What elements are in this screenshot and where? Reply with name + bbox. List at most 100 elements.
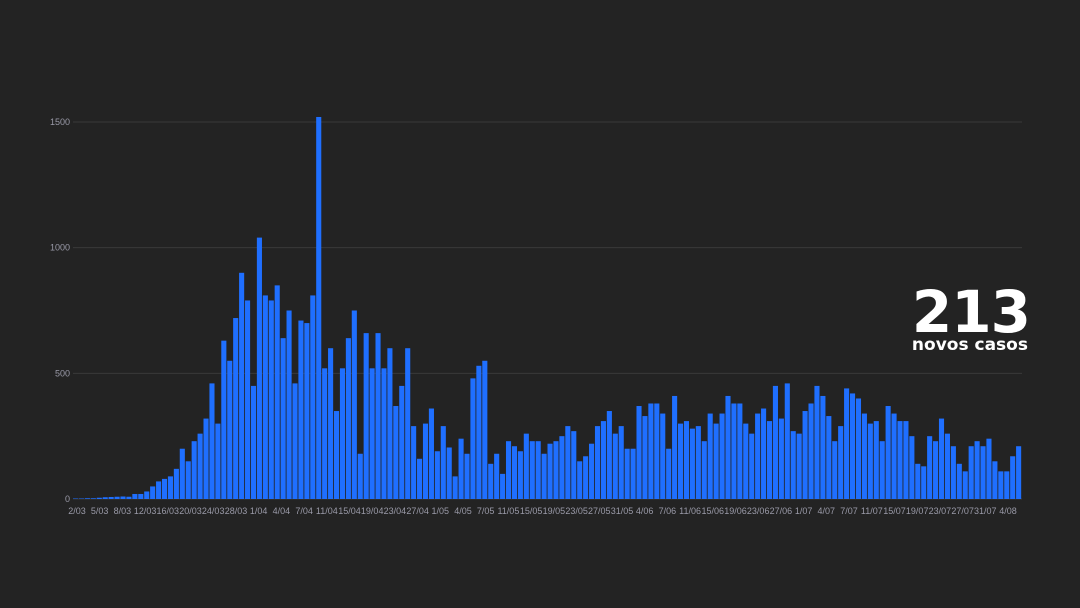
bar <box>642 416 648 499</box>
bar <box>1004 471 1010 499</box>
bar <box>262 295 268 499</box>
bar <box>535 441 541 499</box>
bar <box>90 498 96 499</box>
bar <box>600 421 606 499</box>
bar <box>737 403 743 499</box>
bar <box>731 403 737 499</box>
x-tick-label: 20/03 <box>179 506 202 516</box>
bar <box>500 473 506 499</box>
bar <box>488 463 494 499</box>
x-tick-label: 7/06 <box>659 506 677 516</box>
bar <box>844 388 850 499</box>
x-tick-label: 11/06 <box>679 506 701 516</box>
bar <box>268 300 274 499</box>
bar <box>102 497 108 499</box>
bar <box>221 340 227 499</box>
x-tick-label: 23/07 <box>929 506 952 516</box>
latest-cases-callout: 213 novos casos <box>911 278 1031 355</box>
bar <box>203 418 209 499</box>
bar <box>440 426 446 499</box>
bar <box>778 418 784 499</box>
bar <box>565 426 571 499</box>
x-tick-label: 19/04 <box>361 506 384 516</box>
bar <box>541 453 547 499</box>
x-tick-label: 15/07 <box>883 506 906 516</box>
bar <box>589 443 595 499</box>
bar <box>553 441 559 499</box>
x-tick-label: 8/03 <box>114 506 132 516</box>
bar <box>1010 456 1016 499</box>
bar <box>191 441 197 499</box>
bar <box>820 395 826 499</box>
bar <box>867 423 873 499</box>
x-tick-label: 16/03 <box>157 506 180 516</box>
bar <box>808 403 814 499</box>
bar <box>950 446 956 499</box>
bar <box>933 441 939 499</box>
bar <box>672 395 678 499</box>
bar <box>405 348 411 499</box>
x-tick-label: 27/04 <box>406 506 429 516</box>
bar <box>245 300 251 499</box>
bar <box>689 428 695 499</box>
x-tick-label: 19/05 <box>543 506 566 516</box>
bar <box>618 426 624 499</box>
x-tick-label: 7/05 <box>477 506 495 516</box>
bar <box>968 446 974 499</box>
bar <box>915 463 921 499</box>
bar <box>707 413 713 499</box>
x-tick-label: 27/06 <box>770 506 793 516</box>
bar <box>505 441 512 499</box>
x-tick-label: 4/06 <box>636 506 654 516</box>
bar <box>660 413 666 499</box>
bar <box>422 423 429 499</box>
bar <box>369 368 375 499</box>
bar <box>861 413 867 499</box>
bar <box>784 383 790 499</box>
chart-bars <box>73 116 1022 500</box>
bar <box>227 360 233 499</box>
latest-cases-label: novos casos <box>911 335 1028 355</box>
y-tick-label: 0 <box>65 494 70 504</box>
latest-cases-value: 213 <box>911 278 1031 346</box>
bar <box>482 360 488 499</box>
bar <box>974 441 980 499</box>
bar <box>547 443 553 499</box>
x-tick-label: 19/07 <box>906 506 929 516</box>
bar <box>434 451 440 499</box>
x-tick-label: 4/04 <box>273 506 291 516</box>
y-tick-label: 1500 <box>50 117 70 127</box>
bar <box>1016 446 1022 499</box>
bar <box>428 408 434 499</box>
bar <box>927 436 933 499</box>
bar <box>790 431 796 499</box>
x-tick-label: 5/03 <box>91 506 109 516</box>
bar <box>938 418 945 499</box>
x-tick-label: 27/07 <box>951 506 974 516</box>
x-tick-label: 31/07 <box>974 506 997 516</box>
bar <box>446 447 452 499</box>
bar <box>713 423 719 499</box>
x-tick-label: 23/05 <box>565 506 588 516</box>
bar <box>310 295 316 499</box>
x-tick-label: 15/05 <box>520 506 543 516</box>
bar <box>126 496 132 499</box>
bar <box>363 333 369 499</box>
bar <box>559 436 565 499</box>
bar <box>944 433 950 499</box>
bar <box>755 413 761 499</box>
bar <box>387 348 393 499</box>
bar <box>274 285 280 499</box>
x-tick-label: 1/07 <box>795 506 813 516</box>
bar <box>761 408 767 499</box>
bar <box>292 383 298 499</box>
bar <box>233 318 239 499</box>
bar <box>167 476 173 499</box>
bar <box>855 398 862 499</box>
x-tick-label: 23/06 <box>747 506 770 516</box>
bar <box>749 433 755 499</box>
x-tick-label: 15/06 <box>702 506 725 516</box>
x-tick-label: 4/05 <box>454 506 472 516</box>
bar <box>333 411 340 499</box>
bar <box>583 456 589 499</box>
